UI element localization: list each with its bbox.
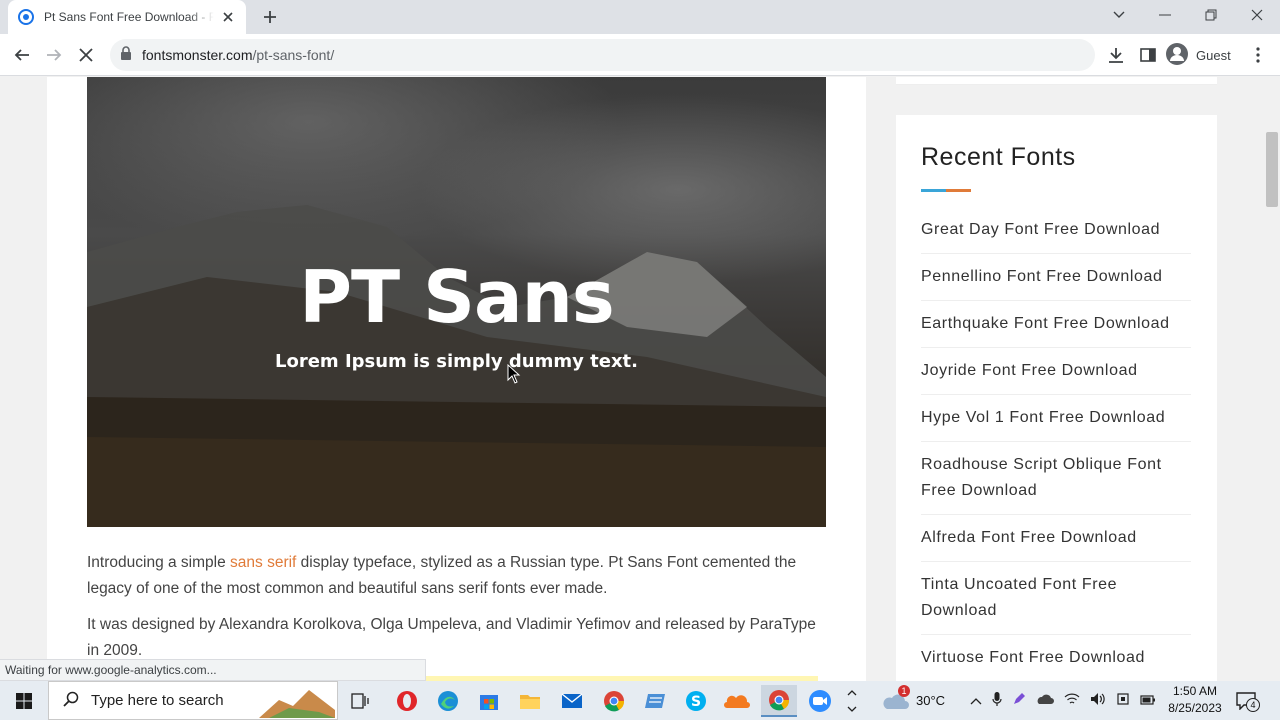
taskbar-search-box[interactable]: Type here to search (48, 681, 338, 720)
microphone-icon[interactable] (992, 691, 1002, 710)
wifi-icon[interactable] (1064, 693, 1080, 708)
onedrive-icon[interactable] (1036, 693, 1054, 708)
profile-button[interactable]: Guest (1166, 41, 1231, 69)
forward-button[interactable] (40, 41, 68, 69)
sidebar-widget-top (896, 77, 1217, 85)
title-accent-line (921, 189, 971, 192)
new-tab-button[interactable] (258, 6, 282, 28)
notification-center-button[interactable]: 4 (1236, 681, 1260, 720)
stop-loading-button[interactable] (72, 41, 100, 69)
weather-badge: 1 (898, 684, 910, 697)
notes-app-icon[interactable] (637, 685, 673, 717)
chrome-icon[interactable] (596, 685, 632, 717)
recent-font-link[interactable]: Pennellino Font Free Download (921, 254, 1191, 301)
restore-window-button[interactable] (1188, 0, 1234, 30)
intro-paragraph: Introducing a simple sans serif display … (87, 550, 827, 602)
url-text: fontsmonster.com/pt-sans-font/ (142, 47, 334, 63)
windows-start-button[interactable] (0, 681, 48, 720)
system-tray-icons (970, 681, 1156, 720)
hero-title: PT Sans (299, 255, 615, 339)
url-host: fontsmonster.com (142, 47, 253, 63)
file-explorer-icon[interactable] (512, 685, 548, 717)
minimize-window-button[interactable] (1142, 0, 1188, 30)
sans-serif-link[interactable]: sans serif (230, 554, 296, 571)
edge-icon[interactable] (430, 685, 466, 717)
svg-text:S: S (691, 694, 701, 710)
tab-title: Pt Sans Font Free Download - Fo (44, 10, 214, 24)
recent-font-link[interactable]: Great Day Font Free Download (921, 207, 1191, 254)
designer-paragraph: It was designed by Alexandra Korolkova, … (87, 616, 816, 659)
address-bar[interactable]: fontsmonster.com/pt-sans-font/ (110, 39, 1095, 71)
cloud-app-icon[interactable] (719, 685, 755, 717)
avatar-icon (1166, 42, 1188, 68)
more-menu-icon[interactable] (1244, 41, 1272, 69)
taskbar-scroll-icon[interactable] (843, 685, 861, 717)
temperature-text: 30°C (916, 693, 946, 708)
back-button[interactable] (8, 41, 36, 69)
recent-font-link[interactable]: Virtuose Font Free Download (921, 635, 1191, 681)
skype-icon[interactable]: S (678, 685, 714, 717)
tab-search-chevron-icon[interactable] (1096, 0, 1142, 30)
show-hidden-icons-chevron-icon[interactable] (970, 693, 982, 708)
search-icon (63, 691, 79, 711)
side-panel-icon[interactable] (1134, 41, 1162, 69)
hero-image: PT Sans Lorem Ipsum is simply dummy text… (87, 77, 826, 527)
pen-icon[interactable] (1012, 692, 1026, 709)
close-tab-icon[interactable] (220, 9, 236, 25)
volume-icon[interactable] (1090, 692, 1106, 709)
status-bar: Waiting for www.google-analytics.com... (0, 659, 426, 681)
recent-font-link[interactable]: Alfreda Font Free Download (921, 515, 1191, 562)
clock-date: 8/25/2023 (1168, 701, 1222, 715)
recent-fonts-list: Great Day Font Free Download Pennellino … (921, 207, 1191, 681)
scrollbar-thumb[interactable] (1266, 132, 1278, 207)
page-scrollbar[interactable] (1264, 77, 1280, 681)
recent-font-link[interactable]: Roadhouse Script Oblique Font Free Downl… (921, 442, 1191, 515)
battery-icon[interactable] (1140, 693, 1156, 708)
weather-widget[interactable]: 1 30°C (882, 681, 945, 720)
close-window-button[interactable] (1234, 0, 1280, 30)
notification-count: 4 (1246, 697, 1260, 712)
opera-icon[interactable] (389, 685, 425, 717)
browser-toolbar: fontsmonster.com/pt-sans-font/ Guest (0, 34, 1280, 76)
search-highlight-illustration (259, 690, 335, 718)
download-icon[interactable] (1102, 41, 1130, 69)
task-view-icon[interactable] (342, 685, 378, 717)
system-clock[interactable]: 1:50 AM 8/25/2023 (1160, 683, 1230, 717)
zoom-icon[interactable] (802, 685, 838, 717)
search-placeholder: Type here to search (91, 692, 224, 709)
browser-tab[interactable]: Pt Sans Font Free Download - Fo (8, 0, 246, 34)
lock-icon[interactable] (120, 45, 132, 65)
recent-font-link[interactable]: Hype Vol 1 Font Free Download (921, 395, 1191, 442)
recent-font-link[interactable]: Earthquake Font Free Download (921, 301, 1191, 348)
recent-font-link[interactable]: Tinta Uncoated Font Free Download (921, 562, 1191, 635)
profile-label: Guest (1196, 47, 1231, 63)
hero-subtitle: Lorem Ipsum is simply dummy text. (275, 351, 638, 372)
intro-text-start: Introducing a simple (87, 554, 231, 571)
notification-icon: 4 (1236, 691, 1260, 712)
windows-taskbar: Type here to search S 1 30°C 1:50 AM 8/2… (0, 681, 1280, 720)
store-icon[interactable] (471, 685, 507, 717)
article-card: PT Sans Lorem Ipsum is simply dummy text… (47, 77, 866, 681)
device-icon[interactable] (1116, 692, 1130, 709)
site-favicon-icon (18, 9, 34, 25)
recent-fonts-widget: Recent Fonts Great Day Font Free Downloa… (896, 115, 1217, 681)
chrome-active-icon[interactable] (761, 685, 797, 717)
page-viewport: PT Sans Lorem Ipsum is simply dummy text… (0, 77, 1264, 681)
mouse-pointer-icon (507, 363, 521, 389)
clock-time: 1:50 AM (1172, 684, 1218, 698)
url-path: /pt-sans-font/ (252, 47, 335, 63)
recent-font-link[interactable]: Joyride Font Free Download (921, 348, 1191, 395)
weather-cloud-icon: 1 (882, 684, 910, 711)
tab-strip: Pt Sans Font Free Download - Fo (0, 0, 1280, 34)
recent-fonts-title: Recent Fonts (921, 143, 1076, 171)
mail-icon[interactable] (554, 685, 590, 717)
